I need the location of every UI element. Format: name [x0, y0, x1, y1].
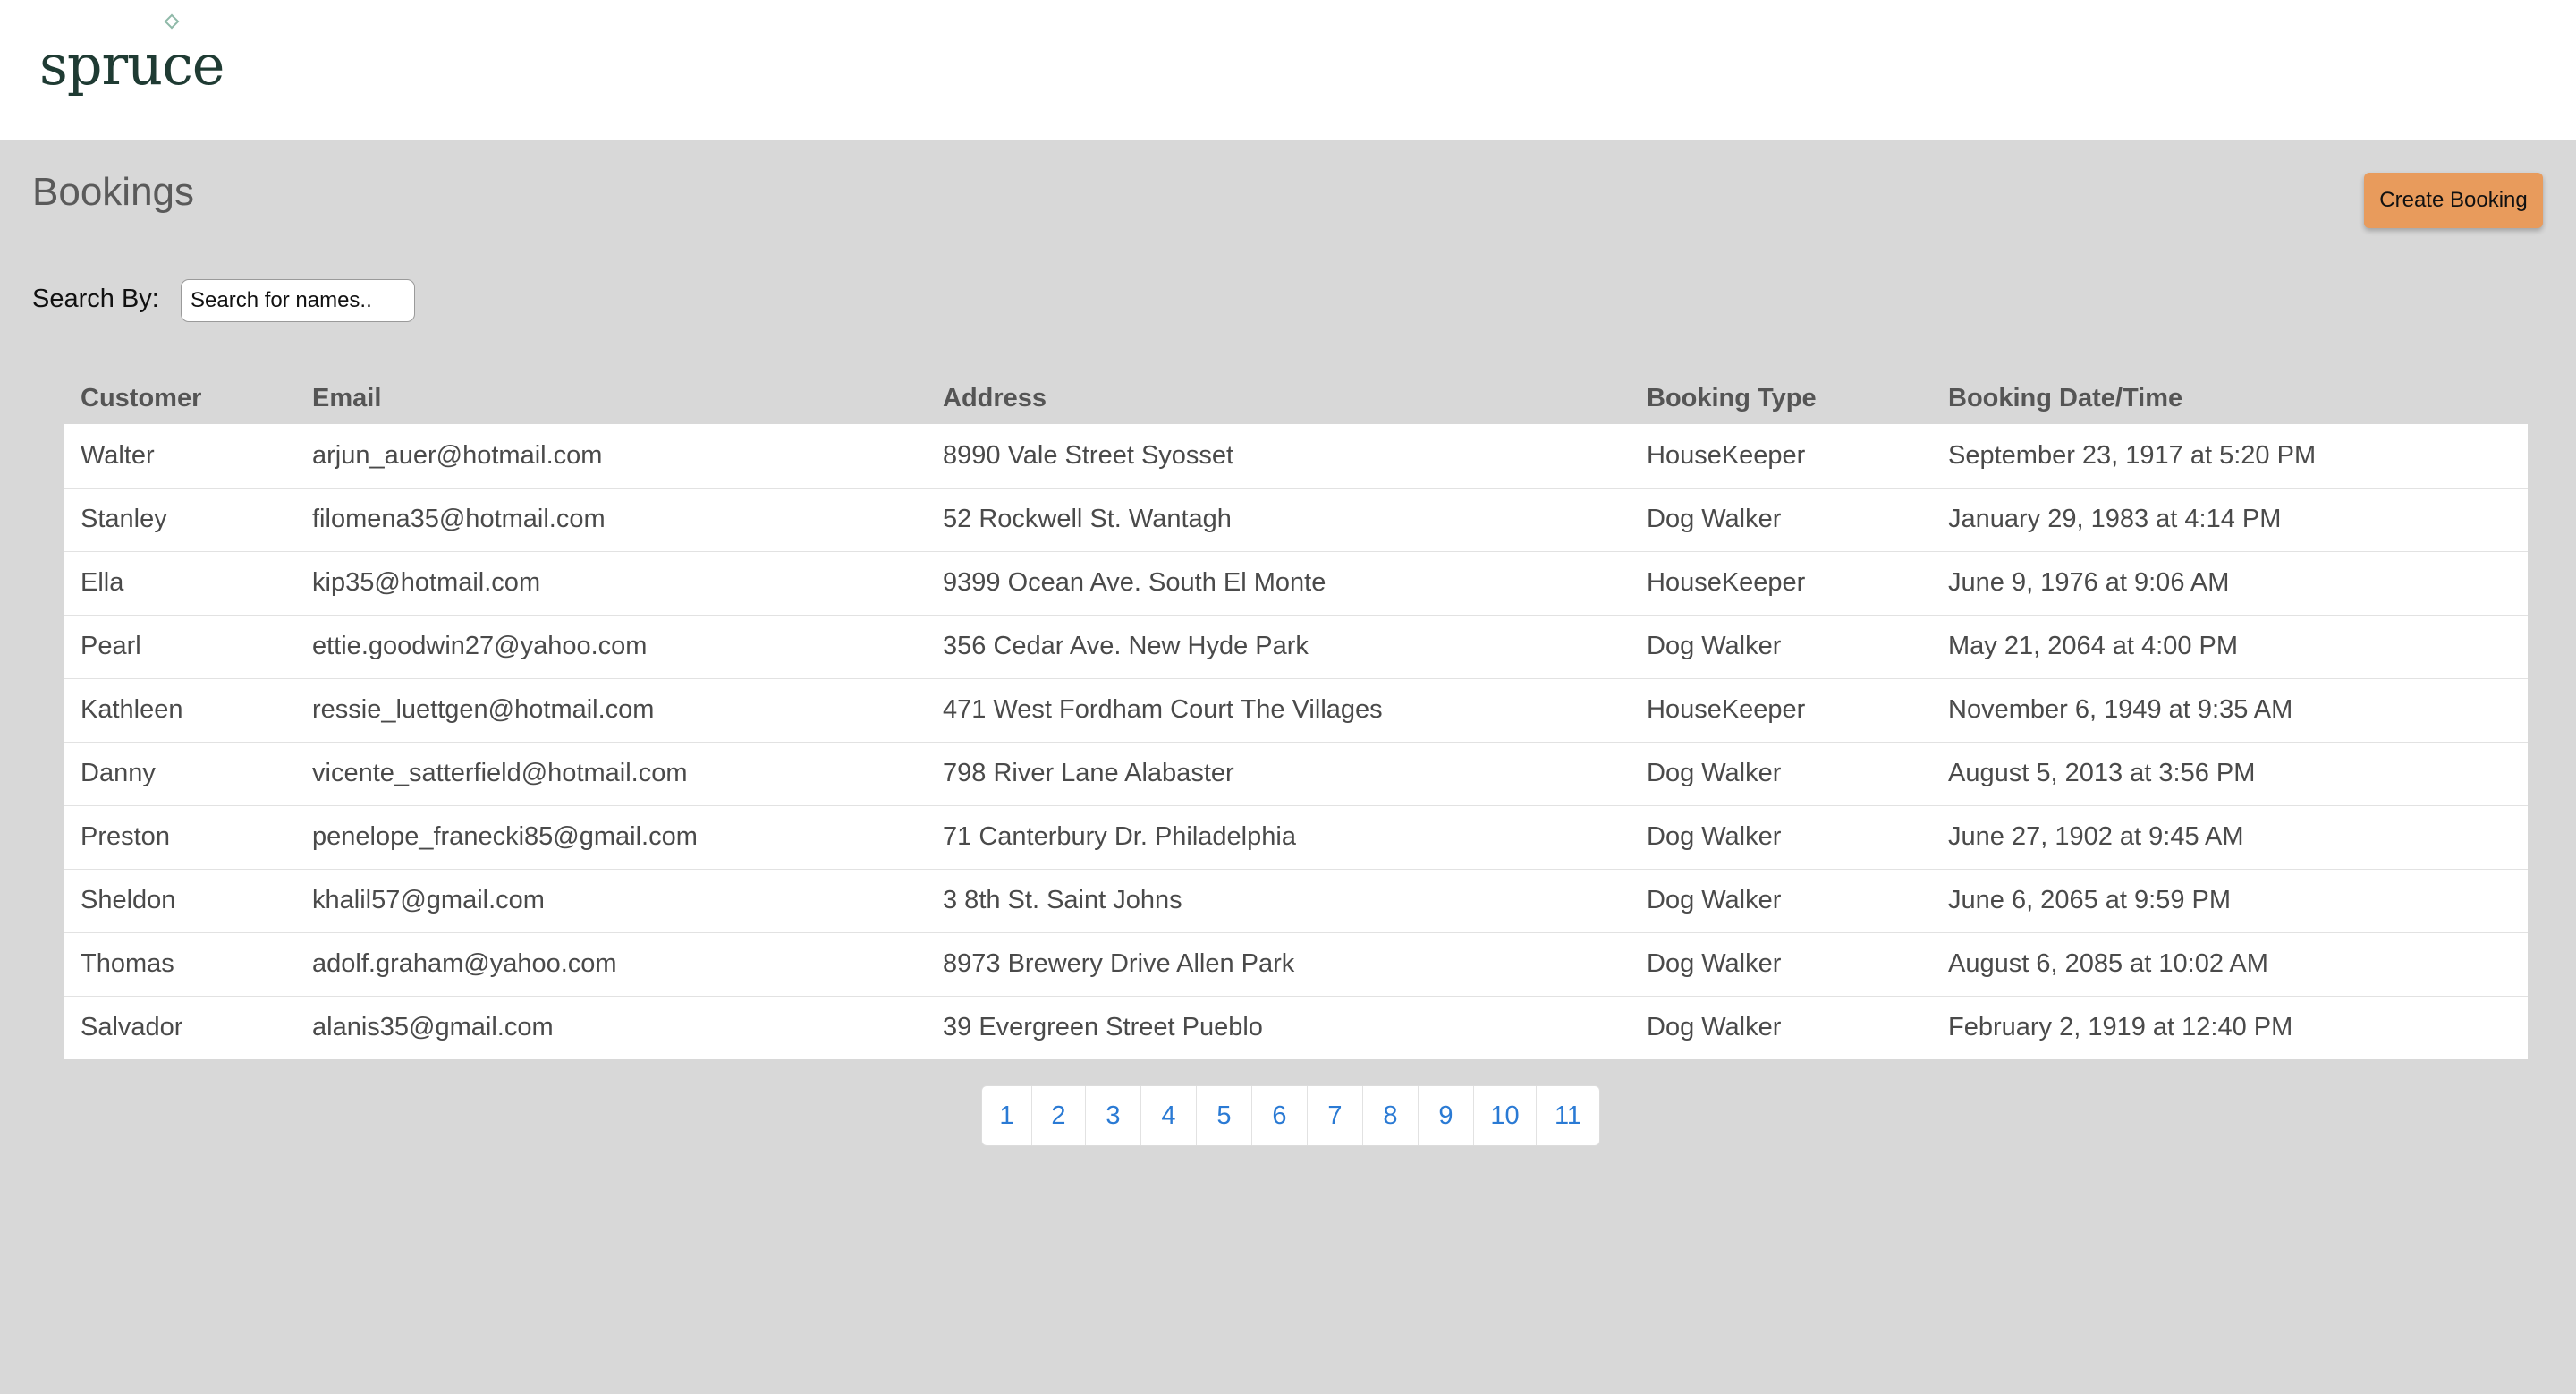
- booking-type-cell: Dog Walker: [1647, 632, 1782, 660]
- top-nav-bar: spruce: [0, 0, 2576, 140]
- email-cell: ettie.goodwin27@yahoo.com: [312, 632, 648, 660]
- page-link-10[interactable]: 10: [1474, 1086, 1537, 1145]
- address-cell: 8990 Vale Street Syosset: [943, 440, 1234, 470]
- page-link-6[interactable]: 6: [1252, 1086, 1308, 1145]
- email-cell: filomena35@hotmail.com: [312, 505, 606, 533]
- booking-datetime-cell: September 23, 1917 at 5:20 PM: [1948, 440, 2317, 470]
- column-header-address[interactable]: Address: [927, 372, 1631, 424]
- booking-type-cell: Dog Walker: [1647, 822, 1782, 851]
- booking-type-cell: HouseKeeper: [1647, 695, 1806, 724]
- bookings-table: Customer Email Address Booking Type Book…: [64, 372, 2528, 1059]
- table-row[interactable]: Kathleen ressie_luettgen@hotmail.com 471 W…: [64, 678, 2528, 742]
- address-cell: 8973 Brewery Drive Allen Park: [943, 949, 1295, 978]
- table-row[interactable]: Preston penelope_franecki85@gmail.com 71 C…: [64, 805, 2528, 869]
- booking-datetime-cell: June 6, 2065 at 9:59 PM: [1948, 886, 2231, 914]
- create-booking-button[interactable]: Create Booking: [2364, 173, 2543, 228]
- table-body: Walter arjun_auer@hotmail.com 8990 Vale St…: [64, 424, 2528, 1059]
- search-label: Search By:: [32, 285, 159, 313]
- customer-cell: Preston: [80, 822, 170, 851]
- page-link-9[interactable]: 9: [1419, 1086, 1474, 1145]
- customer-cell: Danny: [80, 759, 156, 787]
- booking-type-cell: Dog Walker: [1647, 505, 1782, 533]
- address-cell: 3 8th St. Saint Johns: [943, 886, 1182, 914]
- page-link-1[interactable]: 1: [982, 1086, 1032, 1145]
- email-cell: khalil57@gmail.com: [312, 886, 545, 914]
- table-row[interactable]: Pearl ettie.goodwin27@yahoo.com 356 Cedar …: [64, 615, 2528, 678]
- email-cell: kip35@hotmail.com: [312, 568, 541, 597]
- customer-cell: Thomas: [80, 949, 174, 978]
- column-header-customer[interactable]: Customer: [64, 372, 296, 424]
- search-input[interactable]: [181, 279, 415, 322]
- booking-datetime-cell: August 6, 2085 at 10:02 AM: [1948, 949, 2268, 978]
- page-link-2[interactable]: 2: [1032, 1086, 1086, 1145]
- address-cell: 9399 Ocean Ave. South El Monte: [943, 568, 1326, 597]
- email-cell: adolf.graham@yahoo.com: [312, 949, 617, 978]
- customer-cell: Stanley: [80, 505, 167, 533]
- table-row[interactable]: Danny vicente_satterfield@hotmail.com 798 …: [64, 742, 2528, 805]
- booking-type-cell: Dog Walker: [1647, 949, 1782, 978]
- email-cell: ressie_luettgen@hotmail.com: [312, 695, 655, 724]
- email-cell: alanis35@gmail.com: [312, 1013, 554, 1042]
- column-header-email[interactable]: Email: [296, 372, 927, 424]
- booking-datetime-cell: February 2, 1919 at 12:40 PM: [1948, 1013, 2293, 1042]
- column-header-booking-datetime[interactable]: Booking Date/Time: [1932, 372, 2528, 424]
- booking-datetime-cell: November 6, 1949 at 9:35 AM: [1948, 695, 2293, 724]
- page-link-4[interactable]: 4: [1141, 1086, 1197, 1145]
- customer-cell: Salvador: [80, 1013, 183, 1042]
- booking-type-cell: Dog Walker: [1647, 886, 1782, 914]
- page-link-7[interactable]: 7: [1308, 1086, 1363, 1145]
- table-row[interactable]: Thomas adolf.graham@yahoo.com 8973 Brewery…: [64, 932, 2528, 996]
- bookings-table-container: Customer Email Address Booking Type Book…: [64, 372, 2528, 1059]
- booking-datetime-cell: May 21, 2064 at 4:00 PM: [1948, 632, 2239, 660]
- customer-cell: Pearl: [80, 632, 141, 660]
- email-cell: penelope_franecki85@gmail.com: [312, 822, 698, 851]
- address-cell: 39 Evergreen Street Pueblo: [943, 1013, 1263, 1042]
- booking-datetime-cell: January 29, 1983 at 4:14 PM: [1948, 505, 2282, 533]
- address-cell: 52 Rockwell St. Wantagh: [943, 505, 1232, 533]
- address-cell: 471 West Fordham Court The Villages: [943, 695, 1383, 724]
- spruce-logo[interactable]: spruce: [39, 25, 225, 106]
- page-link-11[interactable]: 11: [1537, 1086, 1599, 1145]
- address-cell: 798 River Lane Alabaster: [943, 759, 1234, 787]
- email-cell: vicente_satterfield@hotmail.com: [312, 759, 688, 787]
- address-cell: 356 Cedar Ave. New Hyde Park: [943, 632, 1309, 660]
- customer-cell: Kathleen: [80, 695, 183, 724]
- booking-type-cell: Dog Walker: [1647, 759, 1782, 787]
- booking-type-cell: HouseKeeper: [1647, 568, 1806, 597]
- table-header-row: Customer Email Address Booking Type Book…: [64, 372, 2528, 424]
- booking-datetime-cell: June 9, 1976 at 9:06 AM: [1948, 568, 2230, 597]
- table-row[interactable]: Sheldon khalil57@gmail.com 3 8th St. Saint…: [64, 869, 2528, 932]
- page-title: Bookings: [32, 170, 195, 214]
- page-link-5[interactable]: 5: [1197, 1086, 1252, 1145]
- booking-datetime-cell: June 27, 1902 at 9:45 AM: [1948, 822, 2244, 851]
- table-row[interactable]: Ella kip35@hotmail.com 9399 Ocean Ave. Sou…: [64, 551, 2528, 615]
- column-header-booking-type[interactable]: Booking Type: [1631, 372, 1932, 424]
- address-cell: 71 Canterbury Dr. Philadelphia: [943, 822, 1296, 851]
- page-link-8[interactable]: 8: [1363, 1086, 1419, 1145]
- table-row[interactable]: Stanley filomena35@hotmail.com 52 Rockwell…: [64, 488, 2528, 551]
- customer-cell: Ella: [80, 568, 124, 597]
- customer-cell: Walter: [80, 440, 155, 470]
- pagination: 1 2 3 4 5 6 7 8 9 10 11: [981, 1085, 1600, 1146]
- customer-cell: Sheldon: [80, 886, 176, 914]
- booking-type-cell: HouseKeeper: [1647, 440, 1806, 470]
- booking-datetime-cell: August 5, 2013 at 3:56 PM: [1948, 759, 2256, 787]
- table-row[interactable]: Walter arjun_auer@hotmail.com 8990 Vale St…: [64, 424, 2528, 488]
- page-link-3[interactable]: 3: [1086, 1086, 1141, 1145]
- table-row[interactable]: Salvador alanis35@gmail.com 39 Evergreen S…: [64, 996, 2528, 1059]
- email-cell: arjun_auer@hotmail.com: [312, 440, 603, 470]
- booking-type-cell: Dog Walker: [1647, 1013, 1782, 1042]
